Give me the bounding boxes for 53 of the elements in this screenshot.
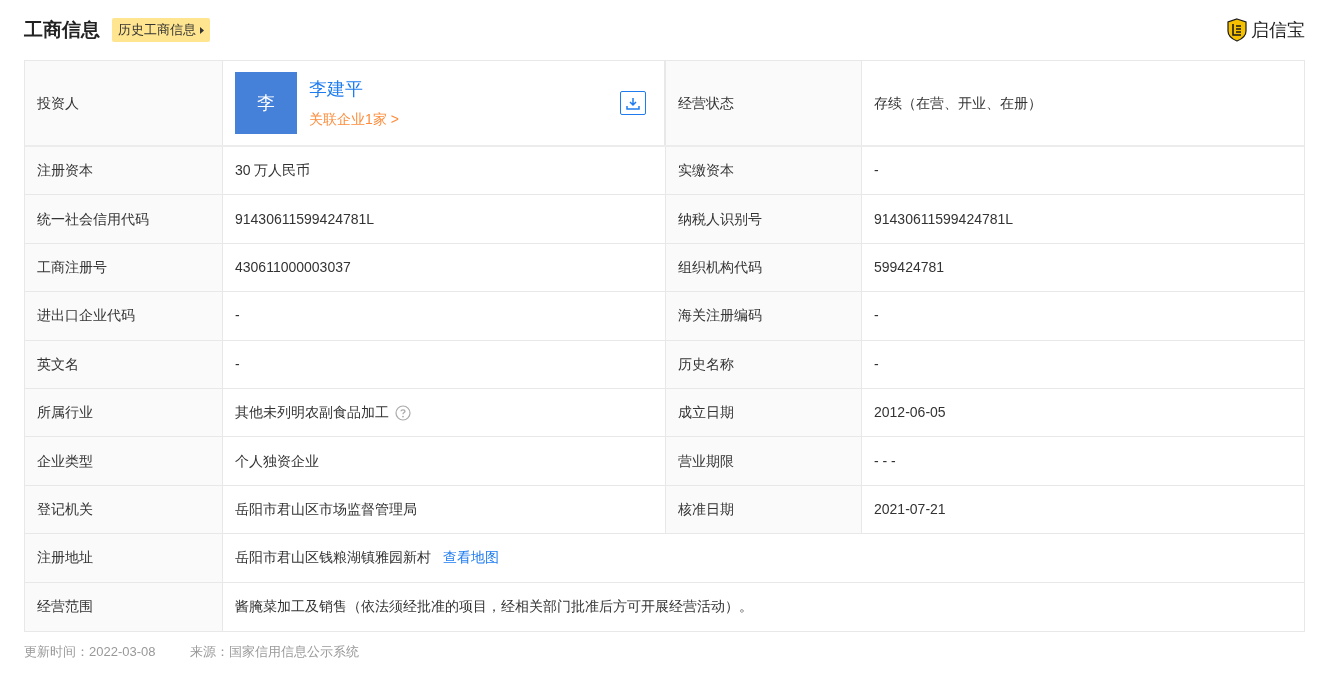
field-value: 其他未列明农副食品加工 xyxy=(235,403,389,423)
field-label: 企业类型 xyxy=(37,451,93,471)
field-label: 核准日期 xyxy=(678,499,734,519)
field-label: 纳税人识别号 xyxy=(678,209,762,229)
field-value: 岳阳市君山区钱粮湖镇雅园新村 xyxy=(235,548,431,568)
field-label: 统一社会信用代码 xyxy=(37,209,149,229)
field-label: 注册资本 xyxy=(37,161,93,181)
field-value: - xyxy=(874,354,879,374)
view-map-link[interactable]: 查看地图 xyxy=(443,547,499,569)
field-value: - xyxy=(874,161,879,181)
history-info-button[interactable]: 历史工商信息 xyxy=(112,18,210,42)
field-label: 工商注册号 xyxy=(37,257,107,277)
help-icon[interactable] xyxy=(395,404,411,421)
field-label: 英文名 xyxy=(37,354,79,374)
field-label: 成立日期 xyxy=(678,403,734,423)
field-value: - xyxy=(235,306,240,326)
field-value: 2021-07-21 xyxy=(874,499,946,519)
field-label: 注册地址 xyxy=(37,548,93,568)
field-label: 历史名称 xyxy=(678,354,734,374)
related-companies-link[interactable]: 关联企业1家 > xyxy=(309,109,399,130)
field-label: 进出口企业代码 xyxy=(37,306,135,326)
data-source: 来源：国家信用信息公示系统 xyxy=(189,642,359,661)
field-label: 营业期限 xyxy=(678,451,734,471)
field-value: 30 万人民币 xyxy=(235,161,311,181)
field-value: 个人独资企业 xyxy=(235,451,319,471)
brand-name: 启信宝 xyxy=(1251,18,1305,42)
download-button[interactable] xyxy=(620,91,646,115)
field-value: 91430611599424781L xyxy=(874,209,1014,229)
field-value: 599424781 xyxy=(874,257,945,277)
field-value: 430611000003037 xyxy=(235,257,351,277)
field-value: - xyxy=(235,354,240,374)
field-value: 2012-06-05 xyxy=(874,403,946,423)
download-icon xyxy=(626,96,640,110)
field-value: 酱腌菜加工及销售（依法须经批准的项目，经相关部门批准后方可开展经营活动）。 xyxy=(235,597,753,617)
field-value: 存续（在营、开业、在册） xyxy=(874,93,1042,113)
field-label: 实缴资本 xyxy=(678,161,734,181)
field-value: - - - xyxy=(874,451,896,471)
field-label: 经营状态 xyxy=(678,93,734,113)
avatar: 李 xyxy=(235,72,297,134)
shield-logo-icon xyxy=(1227,18,1247,42)
update-time: 更新时间：2022-03-08 xyxy=(24,642,156,661)
field-label: 经营范围 xyxy=(37,597,93,617)
investor-name-link[interactable]: 李建平 xyxy=(309,76,363,103)
section-title: 工商信息 xyxy=(24,17,100,42)
field-label: 所属行业 xyxy=(37,403,93,423)
field-label: 组织机构代码 xyxy=(678,257,762,277)
caret-icon xyxy=(200,26,204,34)
field-label: 登记机关 xyxy=(37,499,93,519)
field-label: 海关注册编码 xyxy=(678,306,762,326)
field-value: - xyxy=(874,306,879,326)
field-value: 岳阳市君山区市场监督管理局 xyxy=(235,499,417,519)
field-value: 91430611599424781L xyxy=(235,209,375,229)
field-label: 投资人 xyxy=(37,93,79,113)
